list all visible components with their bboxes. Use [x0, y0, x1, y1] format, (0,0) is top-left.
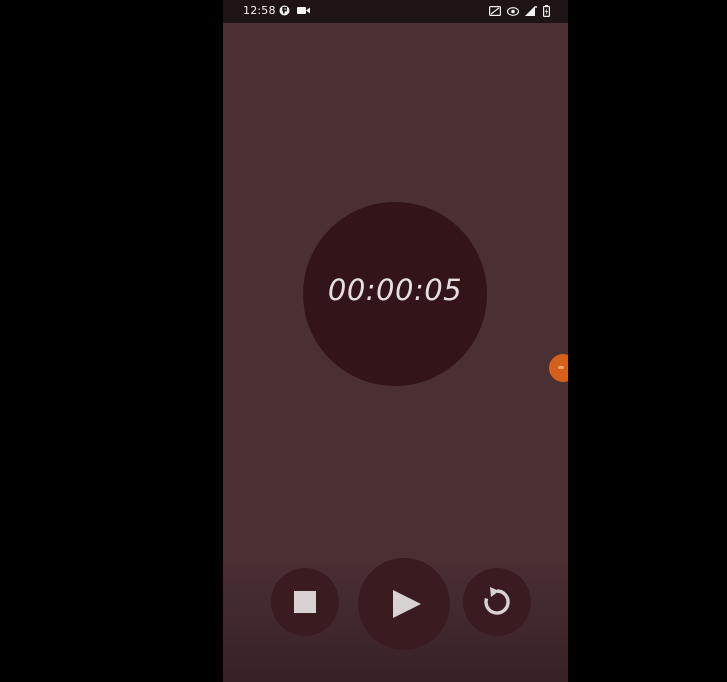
phone-screen: 12:58 00:00:05: [223, 0, 568, 682]
reset-icon: [480, 585, 514, 623]
app-notification-icon: [279, 5, 290, 16]
battery-icon: [543, 5, 550, 17]
status-right-icons: [489, 5, 550, 17]
reset-button[interactable]: [463, 568, 531, 636]
video-camera-icon: [297, 6, 310, 15]
status-left-icons: [279, 5, 310, 16]
elapsed-time: 00:00:05: [327, 273, 463, 307]
play-button[interactable]: [358, 558, 450, 650]
cast-icon: [489, 6, 501, 16]
signal-icon: [525, 6, 537, 16]
status-bar: 12:58: [223, 0, 568, 23]
screen: 12:58 00:00:05: [0, 0, 727, 682]
floating-bubble[interactable]: [549, 354, 568, 382]
eye-icon: [507, 6, 519, 16]
stopwatch-dial: 00:00:05: [303, 202, 487, 386]
stop-icon: [294, 591, 316, 613]
status-time: 12:58: [243, 4, 276, 17]
floating-bubble-icon: [558, 366, 564, 369]
stop-button[interactable]: [271, 568, 339, 636]
play-icon: [392, 589, 422, 623]
